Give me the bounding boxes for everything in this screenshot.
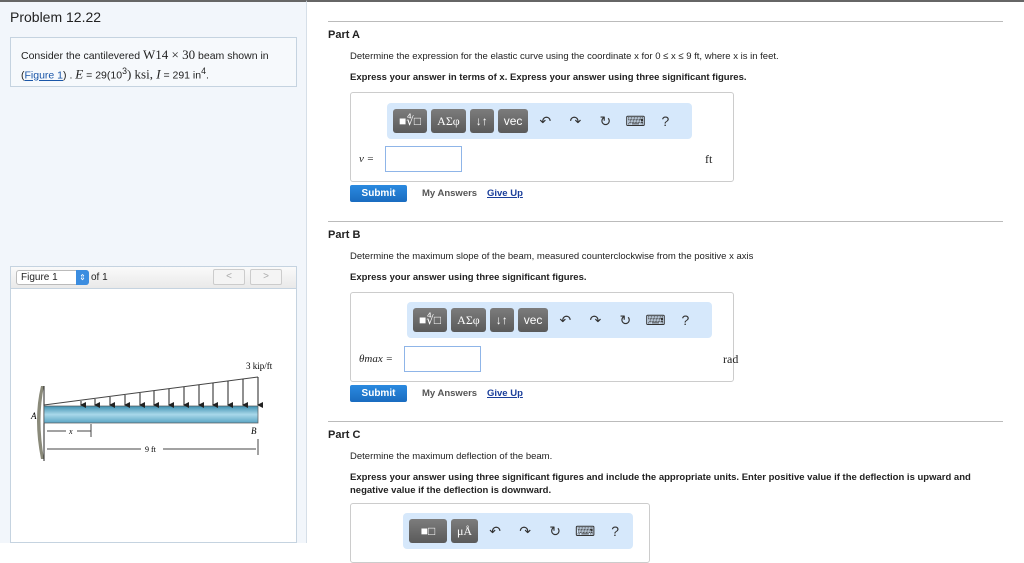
next-figure-button[interactable]: > (250, 269, 282, 285)
vector-button[interactable]: vec (517, 308, 549, 332)
figure-count: of 1 (91, 272, 108, 283)
part-b-submit-button[interactable]: Submit (350, 385, 407, 402)
part-a-divider (328, 21, 1003, 22)
load-label: 3 kip/ft (246, 361, 273, 371)
redo-icon[interactable]: ↷ (562, 113, 588, 130)
keyboard-icon[interactable]: ⌨ (572, 523, 598, 540)
math-toolbar: ■□ μÅ ↶ ↷ ↻ ⌨ ? (403, 513, 633, 549)
reset-icon[interactable]: ↻ (612, 312, 638, 329)
undo-icon[interactable]: ↶ (482, 523, 508, 540)
templates-button[interactable]: ■∜□ (393, 109, 428, 133)
part-b-give-up-link[interactable]: Give Up (487, 388, 523, 399)
e-value: = 29(10 (83, 69, 123, 82)
select-chevron-icon: ⇕ (76, 270, 89, 285)
help-icon[interactable]: ? (672, 312, 698, 328)
unit-rad: rad (723, 352, 739, 366)
v-label: v = (359, 153, 375, 165)
statement-text: Consider the cantilevered (21, 50, 143, 62)
part-c-divider (328, 421, 1003, 422)
v-answer-input[interactable] (385, 146, 462, 172)
subscript-button[interactable]: ↓↑ (489, 308, 514, 332)
reset-icon[interactable]: ↻ (542, 523, 568, 540)
part-b-instruction: Express your answer using three signific… (350, 272, 587, 283)
part-a-question: Determine the expression for the elastic… (350, 51, 779, 62)
beam-diagram: 3 kip/ft A B x 9 ft (30, 361, 273, 461)
problem-title: Problem 12.22 (10, 9, 102, 25)
part-c-instruction: Express your answer using three signific… (350, 472, 971, 496)
math-toolbar: ■∜□ ΑΣφ ↓↑ vec ↶ ↷ ↻ ⌨ ? (407, 302, 712, 338)
part-b-my-answers-link[interactable]: My Answers (422, 388, 477, 399)
theta-answer-input[interactable] (404, 346, 481, 372)
greek-button[interactable]: ΑΣφ (451, 308, 486, 332)
undo-icon[interactable]: ↶ (532, 113, 558, 130)
keyboard-icon[interactable]: ⌨ (622, 113, 648, 130)
top-border (307, 0, 1024, 2)
i-value: = 291 in (160, 69, 202, 82)
figure-link[interactable]: Figure 1 (25, 70, 64, 82)
keyboard-icon[interactable]: ⌨ (642, 312, 668, 329)
wall-support (37, 386, 44, 459)
help-icon[interactable]: ? (652, 113, 678, 129)
help-icon[interactable]: ? (602, 523, 628, 539)
redo-icon[interactable]: ↷ (582, 312, 608, 329)
period: . (205, 69, 209, 82)
reset-icon[interactable]: ↻ (592, 113, 618, 130)
part-c-label: Part C (328, 429, 361, 441)
math-toolbar: ■∜□ ΑΣφ ↓↑ vec ↶ ↷ ↻ ⌨ ? (387, 103, 692, 139)
part-a-instruction: Express your answer in terms of x. Expre… (350, 72, 747, 83)
part-b-divider (328, 221, 1003, 222)
part-c-answer-box: ■□ μÅ ↶ ↷ ↻ ⌨ ? (350, 503, 650, 563)
figure-select[interactable]: Figure 1 ⇕ (16, 270, 89, 285)
subscript-button[interactable]: ↓↑ (469, 109, 494, 133)
vector-button[interactable]: vec (497, 109, 529, 133)
e-unit: ) ksi, (126, 66, 157, 82)
redo-icon[interactable]: ↷ (512, 523, 538, 540)
templates-button[interactable]: ■∜□ (413, 308, 448, 332)
templates-button[interactable]: ■□ (409, 519, 447, 543)
theta-max-label: θmax = (359, 353, 393, 365)
beam-designation: W14 × 30 (143, 47, 196, 62)
load-arrows (80, 377, 263, 408)
part-a-answer-box: ■∜□ ΑΣφ ↓↑ vec ↶ ↷ ↻ ⌨ ? v = ft (350, 92, 734, 182)
x-label: x (68, 427, 73, 436)
figure-select-value: Figure 1 (21, 272, 58, 283)
greek-button[interactable]: ΑΣφ (431, 109, 466, 133)
point-b-label: B (251, 426, 257, 436)
units-button[interactable]: μÅ (451, 519, 479, 543)
part-c-question: Determine the maximum deflection of the … (350, 451, 553, 462)
part-b-answer-box: ■∜□ ΑΣφ ↓↑ vec ↶ ↷ ↻ ⌨ ? θmax = rad (350, 292, 738, 382)
load-line (43, 376, 259, 406)
point-a-label: A (30, 411, 37, 421)
part-a-my-answers-link[interactable]: My Answers (422, 188, 477, 199)
undo-icon[interactable]: ↶ (552, 312, 578, 329)
problem-statement: Consider the cantilevered W14 × 30 beam … (10, 37, 297, 87)
part-a-give-up-link[interactable]: Give Up (487, 188, 523, 199)
prev-figure-button[interactable]: < (213, 269, 245, 285)
unit-ft: ft (705, 152, 713, 166)
figure-header: Figure 1 ⇕ of 1 < > (11, 267, 296, 289)
part-b-label: Part B (328, 229, 361, 241)
part-a-label: Part A (328, 29, 360, 41)
part-b-question: Determine the maximum slope of the beam,… (350, 251, 754, 262)
length-label: 9 ft (145, 445, 157, 454)
part-a-submit-button[interactable]: Submit (350, 185, 407, 202)
statement-text: beam shown in (195, 50, 269, 62)
beam (43, 405, 259, 424)
figure-panel: Figure 1 ⇕ of 1 < > 3 kip/ft A B x 9 ft (10, 266, 297, 543)
